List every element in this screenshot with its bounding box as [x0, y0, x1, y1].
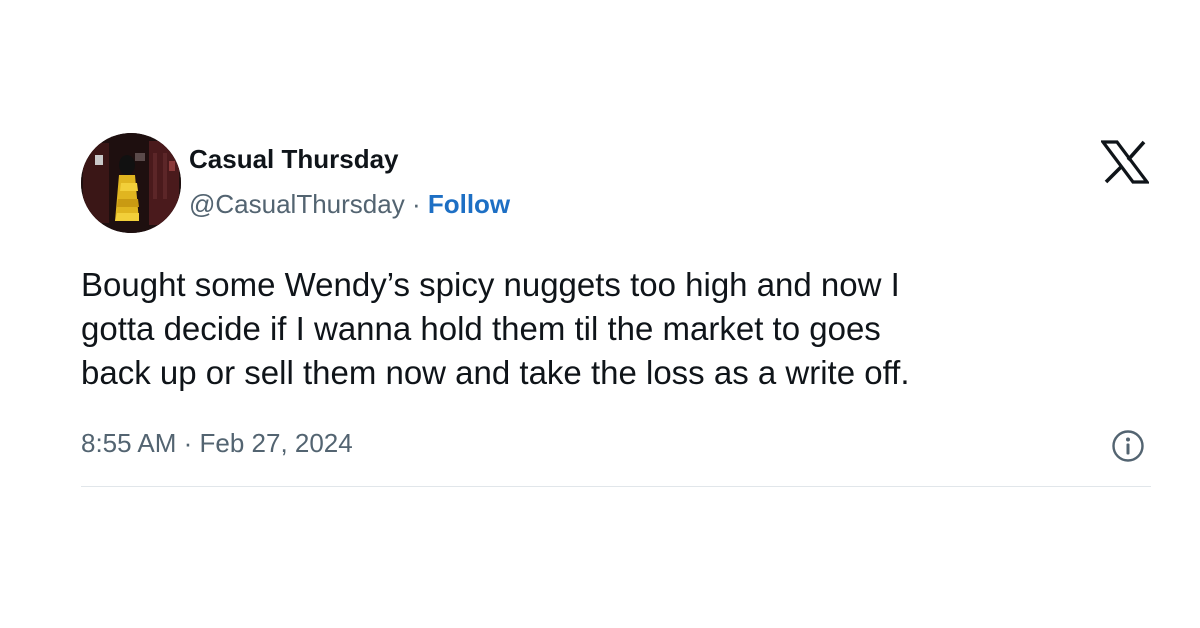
info-icon[interactable] [1111, 429, 1145, 463]
avatar-image [81, 133, 181, 233]
handle-row: @CasualThursday · Follow [189, 189, 510, 220]
avatar[interactable] [81, 133, 181, 233]
tweet-card: Casual Thursday @CasualThursday · Follow… [81, 130, 1151, 488]
user-handle[interactable]: @CasualThursday [189, 189, 405, 219]
tweet-text: Bought some Wendy’s spicy nuggets too hi… [81, 266, 910, 391]
separator-dot: · [404, 189, 428, 219]
divider [81, 486, 1151, 487]
tweet-timestamp[interactable]: 8:55 AM · Feb 27, 2024 [81, 428, 353, 459]
display-name[interactable]: Casual Thursday [189, 144, 399, 175]
x-logo-icon[interactable] [1101, 140, 1149, 184]
follow-button[interactable]: Follow [428, 189, 510, 219]
